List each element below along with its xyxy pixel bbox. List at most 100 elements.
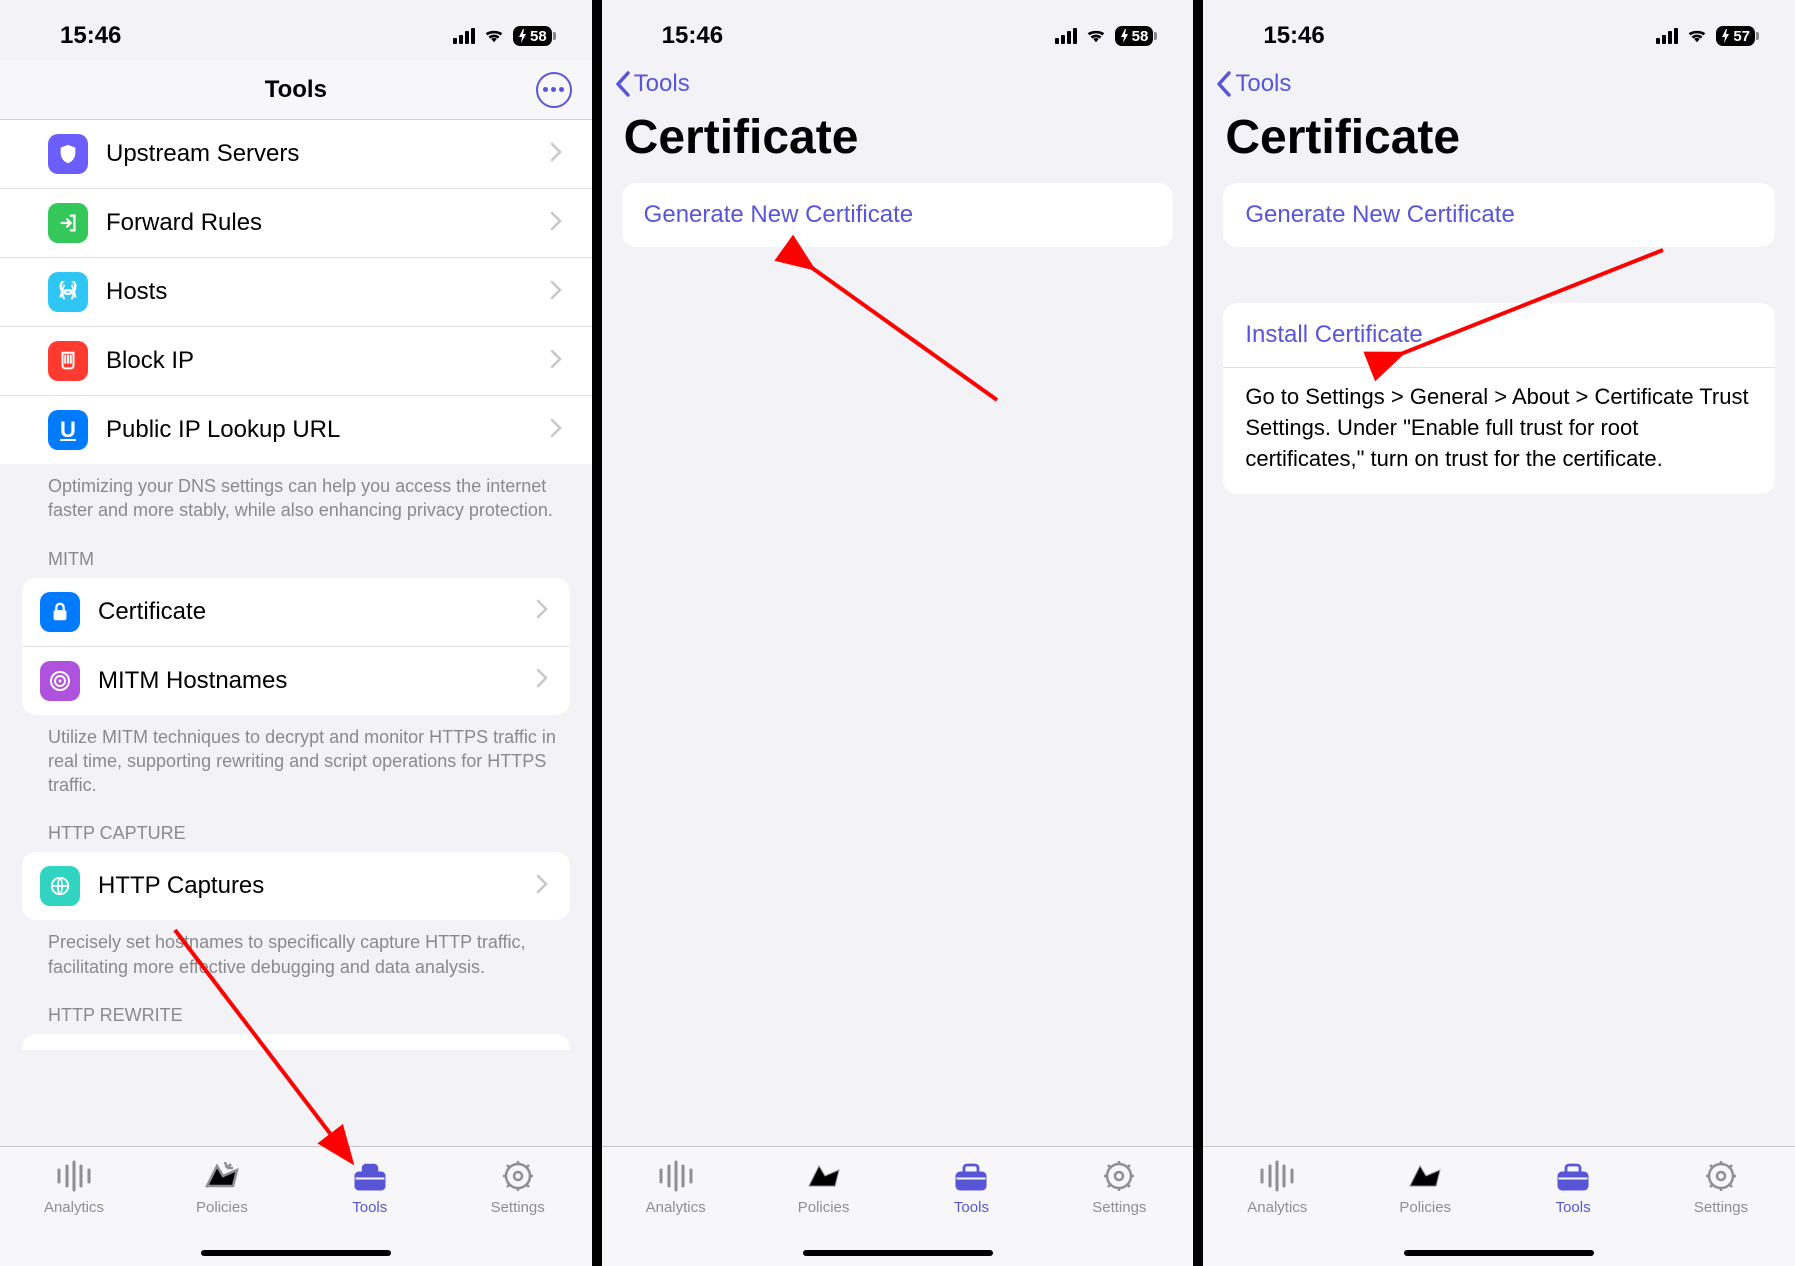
tools-icon bbox=[1554, 1157, 1592, 1195]
analytics-icon bbox=[55, 1157, 93, 1195]
generate-group: Generate New Certificate bbox=[1223, 183, 1775, 247]
policies-icon bbox=[1406, 1157, 1444, 1195]
mitm-footer: Utilize MITM techniques to decrypt and m… bbox=[0, 715, 592, 804]
screen-tools: 15:46 58 Tools Upstream Servers F bbox=[0, 0, 592, 1266]
nav-header: Tools bbox=[0, 60, 592, 120]
page-title: Tools bbox=[265, 76, 327, 104]
chevron-right-icon bbox=[550, 349, 562, 374]
analytics-icon bbox=[1258, 1157, 1296, 1195]
policies-icon bbox=[805, 1157, 843, 1195]
tab-tools[interactable]: Tools bbox=[325, 1157, 415, 1216]
tab-analytics[interactable]: Analytics bbox=[631, 1157, 721, 1216]
hosts-icon bbox=[48, 272, 88, 312]
mitm-group: Certificate MITM Hostnames bbox=[22, 578, 570, 715]
tab-tools[interactable]: Tools bbox=[1528, 1157, 1618, 1216]
screen-certificate-2: 15:46 57 Tools Certificate Generate New … bbox=[1203, 0, 1795, 1266]
home-indicator[interactable] bbox=[1404, 1250, 1594, 1256]
dns-footer: Optimizing your DNS settings can help yo… bbox=[0, 464, 592, 529]
analytics-icon bbox=[657, 1157, 695, 1195]
tab-bar: Analytics Policies Tools Settings bbox=[0, 1146, 592, 1266]
tab-bar: Analytics Policies Tools Settings bbox=[602, 1146, 1194, 1266]
status-time: 15:46 bbox=[60, 22, 121, 50]
install-group: Install Certificate Go to Settings > Gen… bbox=[1223, 303, 1775, 494]
capture-header: HTTP CAPTURE bbox=[0, 803, 592, 852]
chevron-right-icon bbox=[550, 211, 562, 236]
rewrite-group-peek bbox=[22, 1034, 570, 1050]
more-button[interactable] bbox=[536, 72, 572, 108]
row-certificate[interactable]: Certificate bbox=[22, 578, 570, 647]
row-http-captures[interactable]: HTTP Captures bbox=[22, 852, 570, 920]
install-certificate-button[interactable]: Install Certificate bbox=[1223, 303, 1775, 367]
mitm-header: MITM bbox=[0, 529, 592, 578]
status-icons: 58 bbox=[453, 22, 552, 50]
tab-policies[interactable]: Policies bbox=[177, 1157, 267, 1216]
tab-analytics[interactable]: Analytics bbox=[29, 1157, 119, 1216]
row-hosts[interactable]: Hosts bbox=[0, 258, 592, 327]
row-upstream-servers[interactable]: Upstream Servers bbox=[0, 120, 592, 189]
settings-icon bbox=[1702, 1157, 1740, 1195]
globe-icon bbox=[40, 866, 80, 906]
chevron-right-icon bbox=[550, 142, 562, 167]
generate-certificate-button[interactable]: Generate New Certificate bbox=[622, 183, 1174, 247]
row-block-ip[interactable]: Block IP bbox=[0, 327, 592, 396]
capture-footer: Precisely set hostnames to specifically … bbox=[0, 920, 592, 985]
tab-tools[interactable]: Tools bbox=[926, 1157, 1016, 1216]
status-time: 15:46 bbox=[1263, 22, 1324, 50]
tools-icon bbox=[351, 1157, 389, 1195]
chevron-right-icon bbox=[536, 668, 548, 693]
status-icons: 58 bbox=[1055, 22, 1154, 50]
home-indicator[interactable] bbox=[201, 1250, 391, 1256]
settings-icon bbox=[499, 1157, 537, 1195]
capture-group: HTTP Captures bbox=[22, 852, 570, 920]
battery-icon: 58 bbox=[513, 26, 552, 46]
home-indicator[interactable] bbox=[803, 1250, 993, 1256]
shield-icon bbox=[48, 134, 88, 174]
rewrite-header: HTTP REWRITE bbox=[0, 985, 592, 1034]
back-button[interactable]: Tools bbox=[1203, 60, 1795, 104]
chevron-right-icon bbox=[536, 874, 548, 899]
tools-list[interactable]: Upstream Servers Forward Rules Hosts Blo… bbox=[0, 120, 592, 1146]
settings-icon bbox=[1100, 1157, 1138, 1195]
tab-policies[interactable]: Policies bbox=[1380, 1157, 1470, 1216]
lock-icon bbox=[40, 592, 80, 632]
tab-analytics[interactable]: Analytics bbox=[1232, 1157, 1322, 1216]
status-bar: 15:46 58 bbox=[0, 0, 592, 60]
status-icons: 57 bbox=[1656, 22, 1755, 50]
chevron-right-icon bbox=[550, 280, 562, 305]
signal-icon bbox=[1055, 28, 1077, 44]
install-instructions: Go to Settings > General > About > Certi… bbox=[1223, 367, 1775, 494]
page-title: Certificate bbox=[602, 104, 1194, 183]
policies-icon bbox=[203, 1157, 241, 1195]
signal-icon bbox=[453, 28, 475, 44]
battery-icon: 57 bbox=[1716, 26, 1755, 46]
dns-group: Upstream Servers Forward Rules Hosts Blo… bbox=[0, 120, 592, 464]
signal-icon bbox=[1656, 28, 1678, 44]
chevron-left-icon bbox=[1215, 70, 1233, 98]
page-title: Certificate bbox=[1203, 104, 1795, 183]
forward-icon bbox=[48, 203, 88, 243]
back-button[interactable]: Tools bbox=[602, 60, 1194, 104]
row-mitm-hostnames[interactable]: MITM Hostnames bbox=[22, 647, 570, 715]
chevron-right-icon bbox=[536, 599, 548, 624]
tab-settings[interactable]: Settings bbox=[1074, 1157, 1164, 1216]
row-forward-rules[interactable]: Forward Rules bbox=[0, 189, 592, 258]
target-icon bbox=[40, 661, 80, 701]
generate-certificate-button[interactable]: Generate New Certificate bbox=[1223, 183, 1775, 247]
tab-settings[interactable]: Settings bbox=[473, 1157, 563, 1216]
status-bar: 15:46 58 bbox=[602, 0, 1194, 60]
row-public-ip[interactable]: U Public IP Lookup URL bbox=[0, 396, 592, 464]
wifi-icon bbox=[1085, 22, 1107, 50]
tab-bar: Analytics Policies Tools Settings bbox=[1203, 1146, 1795, 1266]
chevron-left-icon bbox=[614, 70, 632, 98]
battery-icon: 58 bbox=[1115, 26, 1154, 46]
url-icon: U bbox=[48, 410, 88, 450]
chevron-right-icon bbox=[550, 418, 562, 443]
block-icon bbox=[48, 341, 88, 381]
certificate-content: Generate New Certificate bbox=[602, 183, 1194, 1146]
tab-policies[interactable]: Policies bbox=[779, 1157, 869, 1216]
generate-group: Generate New Certificate bbox=[622, 183, 1174, 247]
certificate-content: Generate New Certificate Install Certifi… bbox=[1203, 183, 1795, 1146]
tab-settings[interactable]: Settings bbox=[1676, 1157, 1766, 1216]
screen-certificate-1: 15:46 58 Tools Certificate Generate New … bbox=[602, 0, 1194, 1266]
status-time: 15:46 bbox=[662, 22, 723, 50]
